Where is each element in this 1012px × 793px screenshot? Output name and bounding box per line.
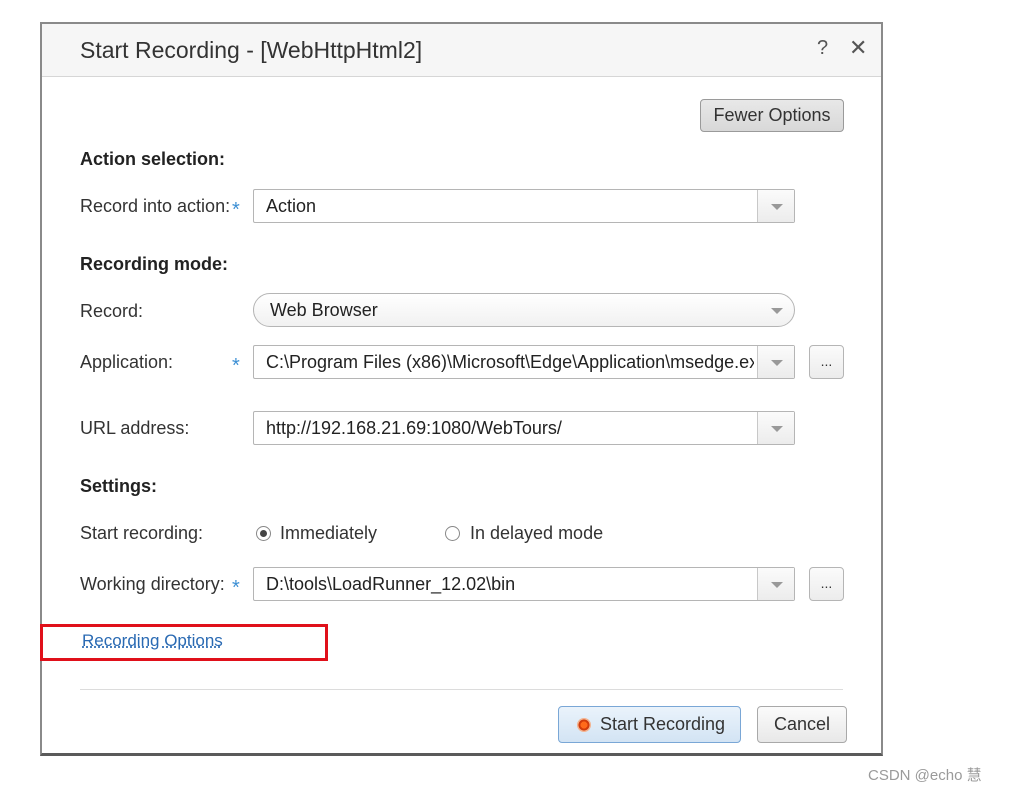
application-browse-button[interactable]: ... bbox=[809, 345, 844, 379]
chevron-down-icon[interactable] bbox=[757, 190, 794, 222]
working-directory-label: Working directory: bbox=[80, 574, 225, 594]
immediately-label[interactable]: Immediately bbox=[280, 523, 377, 544]
chevron-down-icon[interactable] bbox=[758, 294, 794, 326]
record-into-action-combo[interactable]: Action bbox=[253, 189, 795, 223]
chevron-down-icon[interactable] bbox=[757, 568, 794, 600]
application-combo[interactable]: C:\Program Files (x86)\Microsoft\Edge\Ap… bbox=[253, 345, 795, 379]
close-icon[interactable]: ✕ bbox=[849, 35, 867, 61]
record-into-action-label: Record into action: bbox=[80, 196, 231, 216]
working-directory-value: D:\tools\LoadRunner_12.02\bin bbox=[266, 574, 516, 594]
url-address-value: http://192.168.21.69:1080/WebTours/ bbox=[266, 418, 562, 438]
required-marker: * bbox=[232, 355, 240, 377]
cancel-button[interactable]: Cancel bbox=[757, 706, 847, 743]
delayed-mode-radio[interactable] bbox=[445, 526, 460, 541]
working-directory-combo[interactable]: D:\tools\LoadRunner_12.02\bin bbox=[253, 567, 795, 601]
record-icon bbox=[577, 718, 591, 732]
start-recording-button[interactable]: Start Recording bbox=[558, 706, 741, 743]
watermark: CSDN @echo 慧 bbox=[868, 767, 982, 784]
record-label: Record: bbox=[80, 301, 144, 321]
working-directory-browse-button[interactable]: ... bbox=[809, 567, 844, 601]
start-recording-label: Start recording: bbox=[80, 523, 204, 543]
application-label: Application: bbox=[80, 352, 174, 372]
chevron-down-icon[interactable] bbox=[757, 346, 794, 378]
dialog-title: Start Recording - [WebHttpHtml2] bbox=[80, 37, 423, 63]
recording-mode-heading: Recording mode: bbox=[80, 254, 229, 274]
settings-heading: Settings: bbox=[80, 476, 158, 496]
record-into-action-value: Action bbox=[266, 196, 317, 216]
url-address-label: URL address: bbox=[80, 418, 190, 438]
fewer-options-button[interactable]: Fewer Options bbox=[700, 99, 844, 132]
url-address-combo[interactable]: http://192.168.21.69:1080/WebTours/ bbox=[253, 411, 795, 445]
action-selection-heading: Action selection: bbox=[80, 149, 226, 169]
help-icon[interactable]: ? bbox=[817, 37, 828, 60]
annotation-highlight-box bbox=[40, 624, 328, 661]
delayed-mode-label[interactable]: In delayed mode bbox=[470, 523, 603, 544]
record-mode-value: Web Browser bbox=[270, 300, 378, 320]
required-marker: * bbox=[232, 199, 240, 221]
immediately-radio[interactable] bbox=[256, 526, 271, 541]
application-value: C:\Program Files (x86)\Microsoft\Edge\Ap… bbox=[266, 352, 754, 372]
chevron-down-icon[interactable] bbox=[757, 412, 794, 444]
start-recording-dialog: Start Recording - [WebHttpHtml2] ? ✕ Few… bbox=[40, 22, 883, 756]
record-mode-select[interactable]: Web Browser bbox=[253, 293, 795, 327]
footer-divider bbox=[80, 689, 843, 690]
dialog-titlebar: Start Recording - [WebHttpHtml2] ? ✕ bbox=[42, 24, 881, 77]
required-marker: * bbox=[232, 577, 240, 599]
start-recording-label: Start Recording bbox=[600, 714, 726, 734]
